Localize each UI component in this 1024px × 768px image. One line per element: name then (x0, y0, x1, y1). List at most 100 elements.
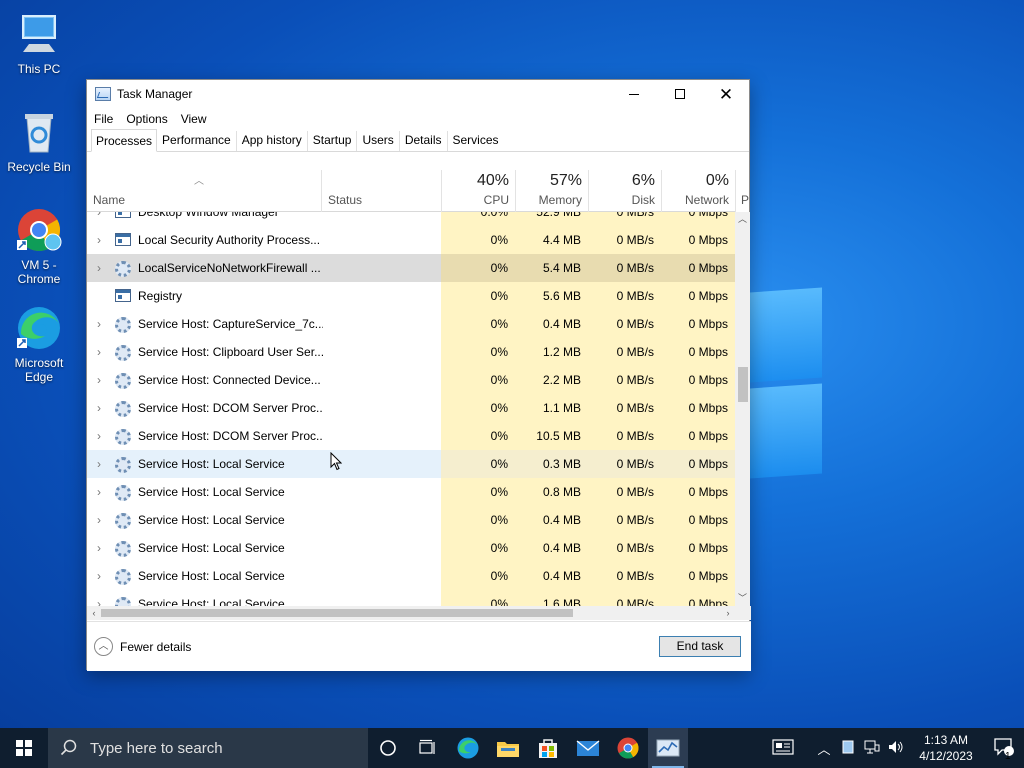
task-view-button[interactable] (408, 728, 448, 768)
desktop-icon-recycle-bin[interactable]: Recycle Bin (1, 108, 77, 174)
horizontal-scrollbar[interactable]: ‹ › (87, 606, 751, 620)
taskbar-edge[interactable] (448, 728, 488, 768)
vertical-scrollbar[interactable]: ︿ ﹀ (735, 212, 750, 606)
taskbar-chrome[interactable] (608, 728, 648, 768)
network-value: 0 Mbps (688, 485, 728, 499)
expand-chevron-icon[interactable]: › (93, 212, 105, 226)
expand-chevron-icon[interactable]: › (93, 590, 105, 606)
table-row[interactable]: › Service Host: Clipboard User Ser... 0% 1.… (87, 338, 735, 366)
fewer-details-button[interactable]: ︿ Fewer details (94, 637, 191, 656)
newspaper-icon (772, 738, 794, 755)
memory-value: 5.4 MB (515, 254, 588, 282)
end-task-button[interactable]: End task (659, 636, 741, 657)
menu-file[interactable]: File (94, 112, 113, 126)
desktop-icon-vm5-chrome[interactable]: VM 5 - Chrome (1, 206, 77, 286)
taskbar-file-explorer[interactable] (488, 728, 528, 768)
maximize-button[interactable] (657, 80, 703, 108)
taskbar-search-box[interactable]: Type here to search (48, 728, 368, 768)
memory-value: 52.9 MB (515, 212, 588, 226)
disk-value: 0 MB/s (616, 289, 654, 303)
expand-chevron-icon[interactable]: › (93, 422, 105, 450)
expand-chevron-icon[interactable]: › (93, 506, 105, 534)
taskbar-store[interactable] (528, 728, 568, 768)
disk-value: 0 MB/s (616, 345, 654, 359)
scroll-up-icon[interactable]: ︿ (735, 212, 750, 227)
table-row[interactable]: › Service Host: Local Service 0% 1.6 MB 0 MB… (87, 590, 735, 606)
close-button[interactable]: ✕ (703, 80, 749, 108)
network-icon[interactable] (860, 740, 884, 757)
table-row[interactable]: Registry 0% 5.6 MB 0 MB/s 0 Mbps (87, 282, 735, 310)
table-row[interactable]: › Local Security Authority Process... 0% 4.… (87, 226, 735, 254)
tab-services[interactable]: Services (448, 131, 504, 151)
column-header-power[interactable]: P (735, 170, 751, 212)
chrome-icon (617, 737, 639, 759)
expand-chevron-icon[interactable]: › (93, 394, 105, 422)
table-row[interactable]: › Service Host: Local Service 0% 0.4 MB 0 MB… (87, 506, 735, 534)
column-header-network[interactable]: 0% Network (661, 170, 735, 212)
table-row[interactable]: › Desktop Window Manager 0.0% 52.9 MB 0 … (87, 212, 735, 226)
action-center-button[interactable]: 1 (984, 737, 1024, 762)
column-header-disk[interactable]: 6% Disk (588, 170, 661, 212)
expand-chevron-icon[interactable]: › (93, 226, 105, 254)
table-row[interactable]: › Service Host: Connected Device... 0% 2.2 … (87, 366, 735, 394)
task-view-icon (419, 739, 435, 754)
desktop-icon-microsoft-edge[interactable]: Microsoft Edge (1, 304, 77, 384)
table-row[interactable]: › Service Host: Local Service 0% 0.4 MB 0 MB… (87, 562, 735, 590)
table-row[interactable]: › Service Host: Local Service 0% 0.4 MB 0 MB… (87, 534, 735, 562)
tablet-device-icon[interactable] (836, 740, 860, 757)
expand-chevron-icon[interactable]: › (93, 478, 105, 506)
expand-chevron-icon[interactable]: › (93, 310, 105, 338)
scroll-left-icon[interactable]: ‹ (87, 606, 101, 620)
taskbar-clock[interactable]: 1:13 AM 4/12/2023 (908, 732, 984, 764)
column-header-cpu[interactable]: 40% CPU (441, 170, 515, 212)
tab-performance[interactable]: Performance (157, 131, 237, 151)
menu-view[interactable]: View (181, 112, 207, 126)
tab-users[interactable]: Users (357, 131, 400, 151)
disk-value: 0 MB/s (616, 317, 654, 331)
process-name: Registry (138, 289, 183, 303)
table-row[interactable]: › Service Host: DCOM Server Proc... 0% 10.5… (87, 422, 735, 450)
disk-value: 0 MB/s (616, 569, 654, 583)
expand-chevron-icon[interactable]: › (93, 534, 105, 562)
start-button[interactable] (0, 728, 48, 768)
expand-chevron-icon[interactable]: › (93, 254, 105, 282)
table-row[interactable]: › Service Host: CaptureService_7c... 0% 0.4… (87, 310, 735, 338)
tab-app-history[interactable]: App history (237, 131, 308, 151)
cortana-button[interactable] (368, 728, 408, 768)
news-widget-icon[interactable] (766, 738, 800, 758)
vertical-scroll-thumb[interactable] (738, 367, 748, 402)
edge-icon (15, 304, 63, 352)
network-value: 0 Mbps (688, 513, 728, 527)
expand-chevron-icon[interactable]: › (93, 366, 105, 394)
menu-options[interactable]: Options (126, 112, 167, 126)
table-row[interactable]: › LocalServiceNoNetworkFirewall ... 0% 5.4 … (87, 254, 735, 282)
minimize-button[interactable] (611, 80, 657, 108)
process-name: Service Host: Connected Device... (138, 373, 321, 387)
disk-value: 0 MB/s (616, 597, 654, 606)
network-value: 0 Mbps (688, 541, 728, 555)
column-header-memory[interactable]: 57% Memory (515, 170, 588, 212)
taskbar-task-manager[interactable] (648, 728, 688, 768)
scroll-down-icon[interactable]: ﹀ (735, 591, 750, 606)
table-row[interactable]: › Service Host: Local Service 0% 0.3 MB 0 MB… (87, 450, 735, 478)
tab-processes[interactable]: Processes (91, 129, 158, 152)
title-bar[interactable]: Task Manager ✕ (87, 80, 749, 108)
table-row[interactable]: › Service Host: DCOM Server Proc... 0% 1.1 … (87, 394, 735, 422)
show-hidden-icons-chevron-icon[interactable]: ︿ (812, 739, 836, 758)
taskbar-mail[interactable] (568, 728, 608, 768)
scroll-right-icon[interactable]: › (721, 606, 735, 620)
table-row[interactable]: › Service Host: Local Service 0% 0.8 MB 0 MB… (87, 478, 735, 506)
tab-startup[interactable]: Startup (308, 131, 358, 151)
column-header-name[interactable]: ︿ Name (87, 170, 321, 212)
horizontal-scroll-thumb[interactable] (101, 609, 573, 617)
cpu-value: 0% (490, 401, 508, 415)
expand-chevron-icon[interactable]: › (93, 338, 105, 366)
expand-chevron-icon[interactable]: › (93, 450, 105, 478)
column-header-status[interactable]: Status (321, 170, 441, 212)
expand-chevron-icon[interactable]: › (93, 562, 105, 590)
volume-icon[interactable] (884, 740, 908, 757)
tab-details[interactable]: Details (400, 131, 448, 151)
notification-count: 1 (1005, 750, 1011, 762)
desktop-icon-label: VM 5 - Chrome (17, 258, 61, 286)
desktop-icon-this-pc[interactable]: This PC (1, 10, 77, 76)
